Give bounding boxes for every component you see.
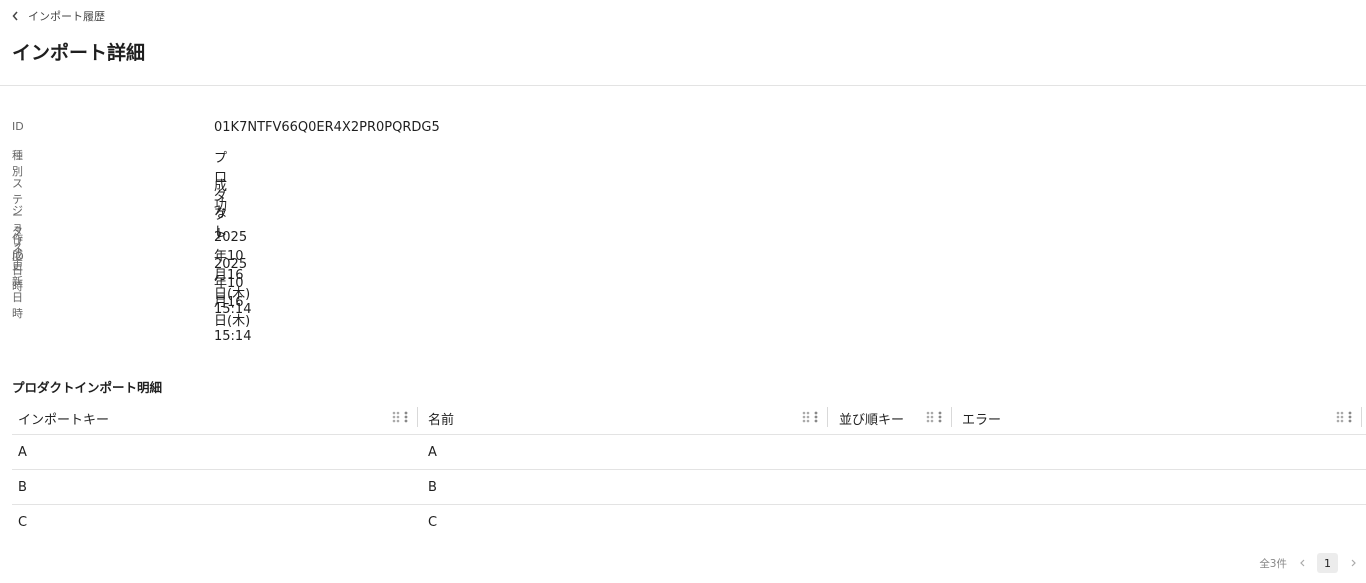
grid-header: インポートキー 名前 並び順キー エラー	[12, 400, 1366, 435]
column-header-import-key[interactable]: インポートキー	[12, 400, 418, 434]
chevron-left-icon[interactable]	[1297, 553, 1307, 573]
column-header-name[interactable]: 名前	[422, 400, 828, 434]
drag-handle-icon[interactable]	[926, 411, 934, 423]
page-button-current[interactable]: 1	[1317, 553, 1338, 573]
cell-import-key: C	[18, 515, 28, 530]
more-vertical-icon[interactable]	[404, 411, 408, 423]
cell-sort-key	[833, 435, 952, 469]
drag-handle-icon[interactable]	[392, 411, 400, 423]
table-row[interactable]: A A	[12, 435, 1366, 470]
cell-error	[956, 505, 1362, 539]
cell-name: A	[428, 445, 437, 460]
column-separator[interactable]	[1361, 407, 1362, 427]
cell-import-key: B	[18, 480, 27, 495]
drag-handle-icon[interactable]	[802, 411, 810, 423]
table-row[interactable]: C C	[12, 505, 1366, 539]
table-row[interactable]: B B	[12, 470, 1366, 505]
back-link-label: インポート履歴	[28, 10, 105, 23]
more-vertical-icon[interactable]	[1348, 411, 1352, 423]
column-header-label: エラー	[962, 413, 1002, 428]
header-divider	[0, 85, 1366, 86]
cell-name: B	[428, 480, 437, 495]
detail-value: 2025年10月16日(木) 15:14	[214, 256, 252, 344]
data-grid: インポートキー 名前 並び順キー エラー A A B B C C	[12, 400, 1366, 539]
cell-error	[956, 435, 1362, 469]
column-separator[interactable]	[951, 407, 952, 427]
drag-handle-icon[interactable]	[1336, 411, 1344, 423]
column-header-label: 名前	[428, 413, 455, 428]
column-header-label: 並び順キー	[839, 413, 905, 428]
column-separator[interactable]	[827, 407, 828, 427]
pagination: 全3件 1	[1259, 553, 1358, 573]
page-title: インポート詳細	[12, 42, 146, 64]
back-link[interactable]: インポート履歴	[12, 8, 105, 24]
cell-sort-key	[833, 505, 952, 539]
cell-name: C	[428, 515, 438, 530]
detail-label: 更新日時	[12, 258, 23, 320]
detail-label: ID	[12, 120, 24, 133]
pagination-total: 全3件	[1259, 557, 1287, 570]
column-header-sort-key[interactable]: 並び順キー	[833, 400, 952, 434]
cell-error	[956, 470, 1362, 504]
more-vertical-icon[interactable]	[814, 411, 818, 423]
cell-import-key: A	[18, 445, 27, 460]
column-separator[interactable]	[417, 407, 418, 427]
column-header-error[interactable]: エラー	[956, 400, 1362, 434]
column-header-label: インポートキー	[18, 413, 110, 428]
chevron-left-icon	[12, 9, 20, 23]
chevron-right-icon[interactable]	[1348, 553, 1358, 573]
cell-sort-key	[833, 470, 952, 504]
section-title: プロダクトインポート明細	[12, 380, 163, 395]
detail-value: 01K7NTFV66Q0ER4X2PR0PQRDG5	[214, 120, 440, 135]
more-vertical-icon[interactable]	[938, 411, 942, 423]
